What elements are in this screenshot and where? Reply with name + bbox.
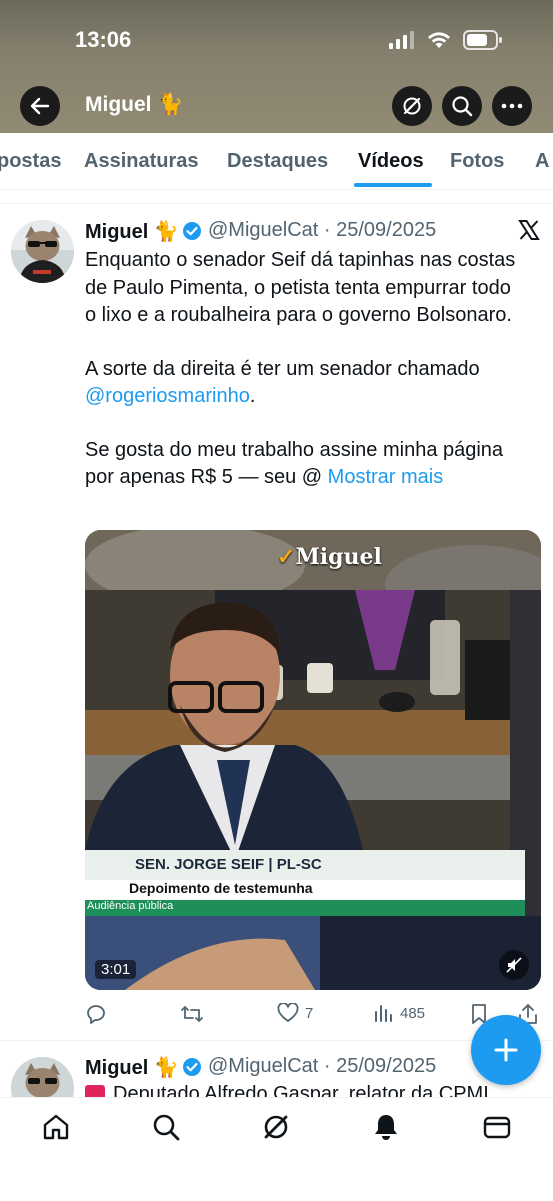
author-name[interactable]: Miguel 🐈 <box>85 1055 179 1080</box>
tab-assinaturas[interactable]: Assinaturas <box>84 150 199 173</box>
signal-icon <box>389 31 414 49</box>
verified-badge-icon <box>183 222 201 240</box>
lower-third-subtitle: Depoimento de testemunha <box>129 880 313 896</box>
repost-button[interactable] <box>180 1003 204 1025</box>
profile-tabs: postas Assinaturas Destaques Vídeos Foto… <box>0 133 553 190</box>
arrow-left-icon <box>30 97 50 115</box>
grok-icon <box>403 97 421 115</box>
cat-avatar-icon <box>11 1057 74 1099</box>
status-time: 13:06 <box>75 27 132 52</box>
home-icon[interactable] <box>41 1112 71 1142</box>
status-icons <box>389 30 503 50</box>
search-button[interactable] <box>442 86 482 126</box>
tab-respostas[interactable]: postas <box>0 150 61 173</box>
views-button[interactable]: 485 <box>374 1003 425 1023</box>
messages-envelope-icon[interactable] <box>482 1112 512 1142</box>
tweet-text-segment: A sorte da direita é ter um senador cham… <box>85 357 480 380</box>
author-handle-date[interactable]: @MiguelCat · 25/09/2025 <box>208 219 436 242</box>
notifications-bell-icon[interactable] <box>371 1112 401 1142</box>
tweet-paragraph: Enquanto o senador Seif dá tapinhas nas … <box>85 249 516 326</box>
tab-fotos[interactable]: Fotos <box>450 150 504 173</box>
cat-avatar-icon <box>11 220 74 283</box>
author-handle-date[interactable]: @MiguelCat · 25/09/2025 <box>208 1055 436 1078</box>
x-logo-icon[interactable] <box>518 219 540 241</box>
wifi-icon <box>428 32 450 48</box>
tweet-paragraph: A sorte da direita é ter um senador cham… <box>85 356 525 411</box>
video-frame <box>85 530 541 990</box>
like-count: 7 <box>305 1004 314 1022</box>
tweet-body: Enquanto o senador Seif dá tapinhas nas … <box>85 247 525 518</box>
search-icon <box>452 96 473 117</box>
view-count: 485 <box>400 1004 426 1022</box>
grok-button[interactable] <box>392 86 432 126</box>
heart-icon <box>277 1003 299 1022</box>
mute-button[interactable] <box>499 950 529 980</box>
tweet-text-segment: . <box>249 385 256 407</box>
battery-icon <box>463 30 502 50</box>
active-tab-indicator <box>354 183 432 187</box>
more-button[interactable] <box>492 86 532 126</box>
search-icon[interactable] <box>151 1112 181 1142</box>
tab-destaques[interactable]: Destaques <box>227 150 328 173</box>
compose-button[interactable] <box>471 1015 541 1085</box>
lower-third-name: SEN. JORGE SEIF | PL-SC <box>135 856 322 873</box>
author-name[interactable]: Miguel 🐈 <box>85 219 179 244</box>
tweet-video[interactable]: ✓Miguel SEN. JORGE SEIF | PL-SC Depoimen… <box>85 530 541 990</box>
header-title: Miguel 🐈 <box>85 93 184 116</box>
verified-badge-icon <box>183 1058 201 1076</box>
more-icon <box>501 103 523 109</box>
bottom-navigation <box>0 1097 553 1201</box>
tab-videos[interactable]: Vídeos <box>358 150 424 173</box>
video-duration: 3:01 <box>95 960 137 979</box>
views-chart-icon <box>375 1005 392 1022</box>
show-more-link[interactable]: Mostrar mais <box>328 466 444 488</box>
plus-icon <box>494 1038 518 1062</box>
avatar[interactable] <box>11 220 74 283</box>
mention-link[interactable]: @rogeriosmarinho <box>85 385 250 407</box>
back-button[interactable] <box>20 86 60 126</box>
like-button[interactable]: 7 <box>277 1003 313 1023</box>
profile-header: 13:06 Miguel 🐈 <box>0 0 553 133</box>
tweet-paragraph: Se gosta do meu trabalho assine minha pá… <box>85 437 525 492</box>
grok-icon[interactable] <box>261 1112 291 1142</box>
tab-artigos[interactable]: A <box>535 150 549 173</box>
video-watermark: Miguel <box>295 544 382 570</box>
volume-muted-icon <box>506 957 522 973</box>
reply-button[interactable] <box>85 1003 107 1025</box>
tweet-actions: 7 485 <box>85 1003 540 1027</box>
repost-icon <box>181 1006 203 1022</box>
divider <box>0 203 553 204</box>
reply-icon <box>87 1005 105 1024</box>
lower-third-tag: Audiência pública <box>87 900 174 912</box>
avatar[interactable] <box>11 1057 74 1099</box>
